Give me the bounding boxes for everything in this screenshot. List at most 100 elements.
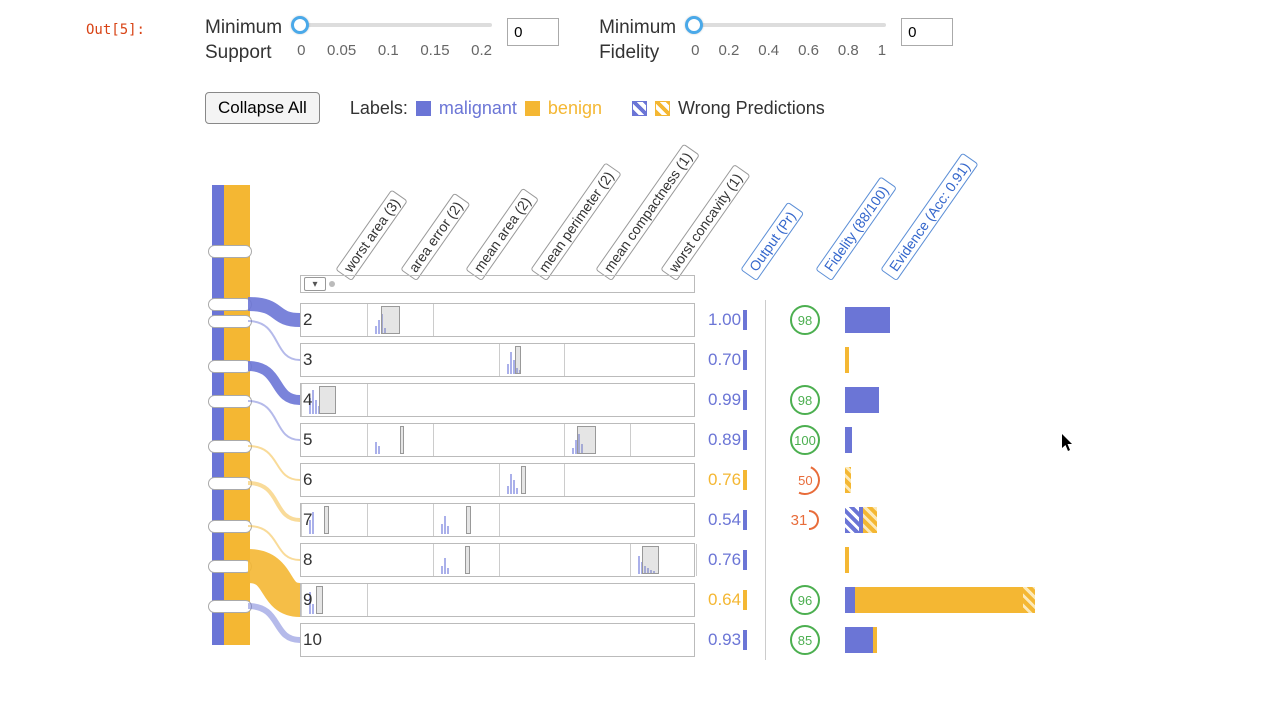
selection-range[interactable] bbox=[466, 506, 471, 534]
feature-header[interactable]: worst area (3) bbox=[337, 190, 407, 280]
output-value: 0.76 bbox=[708, 550, 747, 570]
output-value: 0.93 bbox=[708, 630, 747, 650]
rule-row[interactable]: 50.89100 bbox=[300, 420, 1060, 460]
flow-anchor[interactable] bbox=[208, 360, 252, 373]
evidence-bar bbox=[845, 427, 852, 453]
selection-range[interactable] bbox=[381, 306, 400, 334]
rule-row[interactable]: 21.0098 bbox=[300, 300, 1060, 340]
rule-row[interactable]: 60.7650 bbox=[300, 460, 1060, 500]
flow-anchor[interactable] bbox=[208, 600, 252, 613]
selection-range[interactable] bbox=[324, 506, 329, 534]
min-fidelity-slider[interactable] bbox=[691, 18, 886, 32]
evidence-bar bbox=[845, 547, 849, 573]
benign-label: benign bbox=[548, 98, 602, 119]
selection-range[interactable] bbox=[316, 586, 322, 614]
selection-range[interactable] bbox=[515, 346, 521, 374]
flow-anchor[interactable] bbox=[208, 560, 252, 573]
rule-id: 4 bbox=[303, 390, 312, 410]
min-support-input[interactable] bbox=[507, 18, 559, 46]
histogram bbox=[638, 546, 688, 574]
selection-range[interactable] bbox=[319, 386, 336, 414]
rule-row[interactable]: 40.9998 bbox=[300, 380, 1060, 420]
flow-anchor[interactable] bbox=[208, 298, 252, 311]
feature-strip[interactable] bbox=[300, 423, 695, 457]
feature-strip[interactable] bbox=[300, 383, 695, 417]
evidence-bar bbox=[845, 467, 851, 493]
tick-label: 0.05 bbox=[327, 42, 356, 59]
benign-swatch bbox=[525, 101, 540, 116]
evidence-header[interactable]: Evidence (Acc: 0.91) bbox=[882, 154, 977, 280]
feature-strip[interactable] bbox=[300, 623, 695, 657]
flow-anchor[interactable] bbox=[208, 395, 252, 408]
min-fidelity-ticks: 0 0.2 0.4 0.6 0.8 1 bbox=[691, 42, 886, 59]
min-fidelity-input[interactable] bbox=[901, 18, 953, 46]
selection-range[interactable] bbox=[521, 466, 526, 494]
flow-anchor[interactable] bbox=[208, 315, 252, 328]
feature-strip[interactable] bbox=[300, 503, 695, 537]
tick-label: 0.2 bbox=[471, 42, 492, 59]
feature-strip[interactable] bbox=[300, 463, 695, 497]
wrong-predictions-label: Wrong Predictions bbox=[678, 98, 825, 119]
rule-row[interactable]: 10 0.93 85 bbox=[300, 620, 1060, 660]
feature-strip[interactable] bbox=[300, 543, 695, 577]
wrong-malignant-swatch bbox=[632, 101, 647, 116]
tick-label: 0.15 bbox=[420, 42, 449, 59]
output-value: 1.00 bbox=[708, 310, 747, 330]
output-header[interactable]: Output (Pr) bbox=[742, 203, 803, 280]
rule-row[interactable]: 30.70 bbox=[300, 340, 1060, 380]
fidelity-indicator: 31 bbox=[785, 503, 825, 537]
tick-label: 0.4 bbox=[758, 42, 779, 59]
flow-anchor[interactable] bbox=[208, 245, 252, 258]
output-value: 0.54 bbox=[708, 510, 747, 530]
rule-id: 8 bbox=[303, 550, 312, 570]
rule-id: 10 bbox=[303, 630, 322, 650]
feature-strip[interactable] bbox=[300, 583, 695, 617]
tick-label: 1 bbox=[878, 42, 886, 59]
selection-range[interactable] bbox=[642, 546, 659, 574]
flow-anchor[interactable] bbox=[208, 520, 252, 533]
rule-row[interactable]: 70.5431 bbox=[300, 500, 1060, 540]
labels-legend: Labels: malignant benign bbox=[350, 98, 602, 119]
rule-row[interactable]: 80.76 bbox=[300, 540, 1060, 580]
wrong-benign-swatch bbox=[655, 101, 670, 116]
filter-dot-icon bbox=[329, 281, 335, 287]
output-value: 0.70 bbox=[708, 350, 747, 370]
malignant-swatch bbox=[416, 101, 431, 116]
toolbar: Collapse All Labels: malignant benign Wr… bbox=[205, 92, 825, 124]
evidence-bar bbox=[845, 347, 849, 373]
fidelity-indicator bbox=[785, 343, 825, 377]
min-support-slider[interactable] bbox=[297, 18, 492, 32]
tick-label: 0.8 bbox=[838, 42, 859, 59]
tick-label: 0.6 bbox=[798, 42, 819, 59]
min-support-label: Minimum Support bbox=[205, 16, 282, 65]
selection-range[interactable] bbox=[400, 426, 404, 454]
rule-id: 5 bbox=[303, 430, 312, 450]
selection-range[interactable] bbox=[465, 546, 470, 574]
feature-header[interactable]: area error (2) bbox=[402, 193, 469, 280]
tick-label: 0 bbox=[691, 42, 699, 59]
fidelity-indicator: 50 bbox=[785, 463, 825, 497]
feature-strip[interactable] bbox=[300, 303, 695, 337]
evidence-bar bbox=[845, 507, 877, 533]
chevron-down-icon[interactable]: ▾ bbox=[304, 277, 326, 291]
collapse-all-button[interactable]: Collapse All bbox=[205, 92, 320, 124]
min-fidelity-control: Minimum Fidelity 00.20.40.60.81 bbox=[599, 16, 953, 65]
flow-anchor[interactable] bbox=[208, 477, 252, 490]
output-value: 0.89 bbox=[708, 430, 747, 450]
rule-row[interactable]: 90.6496 bbox=[300, 580, 1060, 620]
flow-anchor[interactable] bbox=[208, 440, 252, 453]
feature-header[interactable]: mean area (2) bbox=[467, 189, 537, 280]
histogram bbox=[507, 346, 557, 374]
evidence-bar bbox=[845, 587, 1035, 613]
wrong-predictions-legend: Wrong Predictions bbox=[632, 98, 825, 119]
histogram bbox=[507, 466, 557, 494]
fidelity-indicator: 98 bbox=[785, 383, 825, 417]
tick-label: 0.2 bbox=[718, 42, 739, 59]
fidelity-indicator: 85 bbox=[785, 623, 825, 657]
feature-strip[interactable] bbox=[300, 343, 695, 377]
rules-table: 21.009830.7040.999850.8910060.765070.543… bbox=[300, 300, 1060, 660]
histogram bbox=[375, 306, 425, 334]
filter-toggle-row[interactable]: ▾ bbox=[300, 275, 695, 293]
selection-range[interactable] bbox=[577, 426, 596, 454]
output-value: 0.76 bbox=[708, 470, 747, 490]
